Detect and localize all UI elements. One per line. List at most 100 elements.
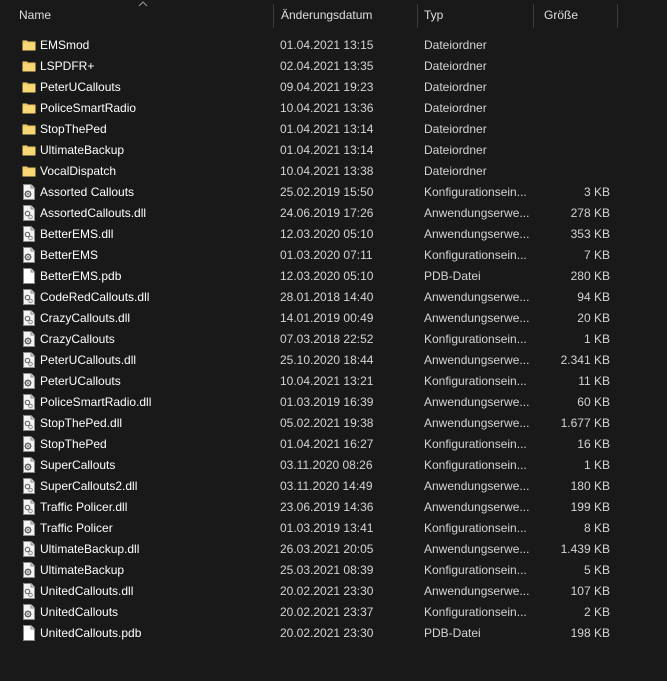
- file-name: PeterUCallouts.dll: [40, 353, 137, 367]
- file-modified-date: 20.02.2021 23:30: [280, 584, 374, 598]
- dll-file-icon: [22, 415, 36, 431]
- file-row[interactable]: StopThePed.dll 05.02.2021 19:38 Anwendungs…: [0, 412, 667, 433]
- file-row[interactable]: Traffic Policer.dll 23.06.2019 14:36 Anwen…: [0, 496, 667, 517]
- file-row[interactable]: PoliceSmartRadio 10.04.2021 13:36 Dateiord…: [0, 97, 667, 118]
- file-size: 198 KB: [570, 626, 610, 640]
- file-name: Assorted Callouts: [40, 185, 135, 199]
- file-row[interactable]: UnitedCallouts.dll 20.02.2021 23:30 Anwend…: [0, 580, 667, 601]
- file-row[interactable]: UltimateBackup 01.04.2021 13:14 Dateiordne…: [0, 139, 667, 160]
- file-list: EMSmod 01.04.2021 13:15 Dateiordner LSPDFR+…: [0, 34, 667, 643]
- file-type: Dateiordner: [424, 101, 487, 115]
- column-header-name[interactable]: Name: [19, 0, 269, 30]
- file-row[interactable]: SuperCallouts 03.11.2020 08:26 Konfigurati…: [0, 454, 667, 475]
- file-row[interactable]: EMSmod 01.04.2021 13:15 Dateiordner: [0, 34, 667, 55]
- folder-icon: [22, 121, 36, 137]
- file-row[interactable]: PoliceSmartRadio.dll 01.03.2019 16:39 Anwe…: [0, 391, 667, 412]
- file-name: UnitedCallouts.dll: [40, 584, 134, 598]
- file-type: Anwendungserwe...: [424, 500, 530, 514]
- column-header-date[interactable]: Änderungsdatum: [281, 0, 413, 30]
- file-type: Dateiordner: [424, 59, 487, 73]
- file-row[interactable]: StopThePed 01.04.2021 13:14 Dateiordner: [0, 118, 667, 139]
- file-name: EMSmod: [40, 38, 90, 52]
- file-type: Konfigurationsein...: [424, 563, 527, 577]
- file-row[interactable]: PeterUCallouts 09.04.2021 19:23 Dateiordne…: [0, 76, 667, 97]
- file-row[interactable]: Assorted Callouts 25.02.2019 15:50 Konfigu…: [0, 181, 667, 202]
- column-resize-handle[interactable]: [533, 4, 534, 28]
- file-type: Konfigurationsein...: [424, 605, 527, 619]
- file-size: [540, 118, 610, 139]
- file-row[interactable]: AssortedCallouts.dll 24.06.2019 17:26 Anwe…: [0, 202, 667, 223]
- file-row[interactable]: PeterUCallouts 10.04.2021 13:21 Konfigurat…: [0, 370, 667, 391]
- file-type: Anwendungserwe...: [424, 227, 530, 241]
- file-row[interactable]: CrazyCallouts.dll 14.01.2019 00:49 Anwendu…: [0, 307, 667, 328]
- file-row[interactable]: CodeRedCallouts.dll 28.01.2018 14:40 Anwen…: [0, 286, 667, 307]
- folder-icon: [22, 163, 36, 179]
- dll-file-icon: [22, 583, 36, 599]
- file-name: UnitedCallouts: [40, 605, 119, 619]
- file-row[interactable]: SuperCallouts2.dll 03.11.2020 14:49 Anwend…: [0, 475, 667, 496]
- file-name: CodeRedCallouts.dll: [40, 290, 150, 304]
- file-modified-date: 14.01.2019 00:49: [280, 311, 374, 325]
- column-header-type[interactable]: Typ: [424, 0, 534, 30]
- column-resize-handle[interactable]: [617, 4, 618, 28]
- file-modified-date: 12.03.2020 05:10: [280, 269, 374, 283]
- file-row[interactable]: BetterEMS.pdb 12.03.2020 05:10 PDB-Datei 28…: [0, 265, 667, 286]
- file-name: PeterUCallouts: [40, 374, 121, 388]
- file-modified-date: 05.02.2021 19:38: [280, 416, 374, 430]
- file-name: VocalDispatch: [40, 164, 117, 178]
- file-type: Konfigurationsein...: [424, 248, 527, 262]
- dll-file-icon: [22, 226, 36, 242]
- file-modified-date: 23.06.2019 14:36: [280, 500, 374, 514]
- file-row[interactable]: UltimateBackup.dll 26.03.2021 20:05 Anwend…: [0, 538, 667, 559]
- file-row[interactable]: StopThePed 01.04.2021 16:27 Konfigurations…: [0, 433, 667, 454]
- file-type: PDB-Datei: [424, 626, 481, 640]
- file-type: Konfigurationsein...: [424, 458, 527, 472]
- file-type: Dateiordner: [424, 80, 487, 94]
- file-modified-date: 10.04.2021 13:36: [280, 101, 374, 115]
- file-row[interactable]: UltimateBackup 25.03.2021 08:39 Konfigurat…: [0, 559, 667, 580]
- file-row[interactable]: CrazyCallouts 07.03.2018 22:52 Konfigurati…: [0, 328, 667, 349]
- dll-file-icon: [22, 310, 36, 326]
- file-row[interactable]: VocalDispatch 10.04.2021 13:38 Dateiordner: [0, 160, 667, 181]
- file-type: Anwendungserwe...: [424, 353, 530, 367]
- file-row[interactable]: BetterEMS 01.03.2020 07:11 Konfigurationse…: [0, 244, 667, 265]
- column-header-size[interactable]: Größe: [544, 0, 614, 30]
- file-modified-date: 01.03.2019 13:41: [280, 521, 374, 535]
- file-modified-date: 03.11.2020 14:49: [280, 479, 373, 493]
- folder-icon: [22, 100, 36, 116]
- file-modified-date: 25.03.2021 08:39: [280, 563, 374, 577]
- file-type: Anwendungserwe...: [424, 311, 530, 325]
- file-row[interactable]: BetterEMS.dll 12.03.2020 05:10 Anwendungse…: [0, 223, 667, 244]
- file-name: BetterEMS.pdb: [40, 269, 122, 283]
- file-modified-date: 03.11.2020 08:26: [280, 458, 373, 472]
- file-modified-date: 01.04.2021 16:27: [280, 437, 374, 451]
- file-row[interactable]: LSPDFR+ 02.04.2021 13:35 Dateiordner: [0, 55, 667, 76]
- file-modified-date: 20.02.2021 23:30: [280, 626, 374, 640]
- file-modified-date: 01.04.2021 13:14: [280, 143, 374, 157]
- column-resize-handle[interactable]: [417, 4, 418, 28]
- config-file-icon: [22, 562, 36, 578]
- file-name: StopThePed: [40, 122, 107, 136]
- file-name: StopThePed: [40, 437, 107, 451]
- folder-icon: [22, 142, 36, 158]
- file-name: BetterEMS.dll: [40, 227, 114, 241]
- file-name: StopThePed.dll: [40, 416, 123, 430]
- file-type: Konfigurationsein...: [424, 437, 527, 451]
- file-size: 1.677 KB: [560, 416, 610, 430]
- config-file-icon: [22, 247, 36, 263]
- file-type: Dateiordner: [424, 143, 487, 157]
- file-row[interactable]: UnitedCallouts 20.02.2021 23:37 Konfigurat…: [0, 601, 667, 622]
- file-name: CrazyCallouts: [40, 332, 115, 346]
- dll-file-icon: [22, 394, 36, 410]
- file-row[interactable]: PeterUCallouts.dll 25.10.2020 18:44 Anwend…: [0, 349, 667, 370]
- file-row[interactable]: UnitedCallouts.pdb 20.02.2021 23:30 PDB-Da…: [0, 622, 667, 643]
- column-resize-handle[interactable]: [273, 4, 274, 28]
- file-name: SuperCallouts: [40, 458, 116, 472]
- file-row[interactable]: Traffic Policer 01.03.2019 13:41 Konfigura…: [0, 517, 667, 538]
- file-name: Traffic Policer: [40, 521, 113, 535]
- file-name: PoliceSmartRadio: [40, 101, 137, 115]
- file-size: 5 KB: [583, 563, 610, 577]
- file-name: PeterUCallouts: [40, 80, 121, 94]
- dll-file-icon: [22, 352, 36, 368]
- dll-file-icon: [22, 205, 36, 221]
